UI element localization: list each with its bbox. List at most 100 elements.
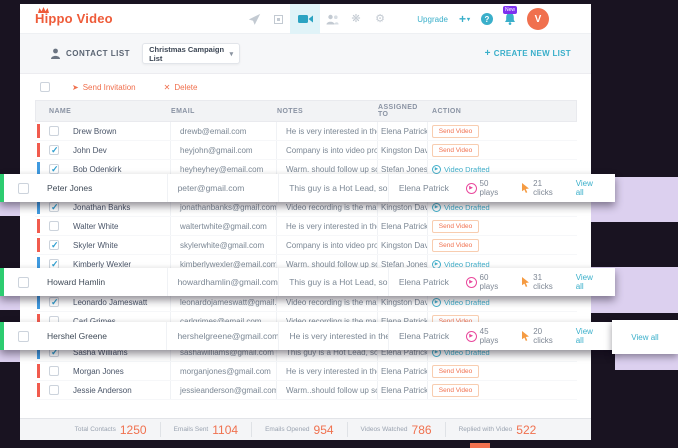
contact-assigned: Elena Patrick [388,322,466,350]
send-video-button[interactable]: Send Video [432,384,479,397]
send-video-button[interactable]: Send Video [432,220,479,233]
col-email: EMAIL [171,108,277,115]
plus-icon: + [459,12,466,26]
highlighted-row-peter-jones[interactable]: Peter Jones peter@gmail.com This guy is … [0,174,615,202]
row-checkbox[interactable] [49,202,59,212]
status-indicator [37,143,40,157]
table-row[interactable]: Skyler White skylerwhite@gmail.com Compa… [35,236,577,255]
contact-notes: Company is into video produ... [276,141,377,159]
highlighted-row-howard-hamlin[interactable]: Howard Hamlin howardhamlin@gmail.com Thi… [0,268,615,296]
delete-button[interactable]: ✕ Delete [164,83,198,92]
row-checkbox[interactable] [18,183,29,194]
send-invitation-button[interactable]: ➤ Send Invitation [72,83,136,92]
row-checkbox[interactable] [49,126,59,136]
view-all-floating-card[interactable]: View all [612,320,678,354]
logo-text: Hippo Video [35,11,113,26]
status-indicator [37,219,40,233]
footer-stats-bar: Total Contacts1250 Emails Sent1104 Email… [20,418,591,440]
status-indicator [37,238,40,252]
contact-email: howardhamlin@gmail.com [167,268,279,296]
upgrade-link[interactable]: Upgrade [417,15,448,24]
status-indicator [37,124,40,138]
nav-campaigns[interactable] [242,4,266,34]
nav-integrations[interactable]: ❋ [344,4,368,34]
main-nav: ❋ ⚙ [242,4,392,34]
nav-contacts[interactable] [320,4,344,34]
view-all-link[interactable]: View all [576,327,603,345]
clicks-metric: 31 clicks [521,273,564,291]
select-all-checkbox[interactable] [40,82,50,92]
table-row[interactable]: Walter White waltertwhite@gmail.com He i… [35,217,577,236]
contact-name: Hershel Greene [47,331,166,341]
clicks-metric: 20 clicks [521,327,563,345]
send-video-button[interactable]: Send Video [432,125,479,138]
table-row[interactable]: John Dev heyjohn@gmail.com Company is in… [35,141,577,160]
contact-email: waltertwhite@gmail.com [170,217,276,235]
contact-name: Leonardo Jameswatt [73,298,170,307]
stat-emails-sent: Emails Sent1104 [161,422,253,437]
contact-notes: He is very interested in the prod... [276,122,377,140]
chevron-down-icon: ▾ [467,16,470,23]
row-checkbox[interactable] [49,366,59,376]
table-row[interactable]: Jessie Anderson jessieanderson@gmail.com… [35,381,577,400]
table-row[interactable]: Drew Brown drewb@email.com He is very in… [35,122,577,141]
col-assigned: ASSIGNED TO [378,104,428,118]
contact-email: heyjohn@gmail.com [170,141,276,159]
row-checkbox[interactable] [49,385,59,395]
highlighted-row-hershel-greene[interactable]: Hershel Greene hershelgreene@gmail.com H… [0,322,615,350]
hippo-video-logo[interactable]: Hippo Video [35,11,113,26]
contact-assigned: Elena Patrick [377,122,427,140]
create-new-list-button[interactable]: + CREATE NEW LIST [485,48,571,59]
col-notes: NOTES [277,108,378,115]
contact-notes: He is very interested in the prod... [276,217,377,235]
bell-icon [504,12,516,26]
clicks-metric: 21 clicks [521,179,564,197]
quick-add-button[interactable]: + ▾ [459,12,470,26]
nav-settings[interactable]: ⚙ [368,4,392,34]
contact-name: Peter Jones [47,183,167,193]
contact-notes: He is very interested in the prod... [278,322,388,350]
send-video-button[interactable]: Send Video [432,144,479,157]
table-header: NAME EMAIL NOTES ASSIGNED TO ACTION [35,100,577,122]
contact-name: Jonathan Banks [73,203,170,212]
view-all-link[interactable]: View all [576,179,603,197]
user-avatar[interactable]: V [527,8,549,30]
contact-notes: This guy is a Hot Lead, so... [278,174,388,202]
row-checkbox[interactable] [49,221,59,231]
play-icon: ▶ [432,203,441,212]
send-video-button[interactable]: Send Video [432,239,479,252]
row-checkbox[interactable] [49,145,59,155]
row-checkbox[interactable] [49,164,59,174]
bulk-actions-toolbar: ➤ Send Invitation ✕ Delete [20,74,591,100]
row-checkbox[interactable] [49,240,59,250]
contact-name: Bob Odenkirk [73,165,170,174]
paper-plane-icon [248,13,261,26]
col-action: ACTION [428,108,576,115]
nav-videos-active[interactable] [290,4,320,34]
top-header: Hippo Video ❋ ⚙ [20,4,591,34]
notifications-bell[interactable]: New [504,12,516,31]
video-drafted-status: ▶ Video Drafted [432,165,490,174]
send-video-button[interactable]: Send Video [432,365,479,378]
contact-assigned: Elena Patrick [377,381,427,399]
row-checkbox[interactable] [49,297,59,307]
campaign-list-dropdown[interactable]: Christmas Campaign List ▾ [142,43,240,64]
plays-metric: ▶45 plays [466,327,510,345]
contact-list-label: CONTACT LIST [50,48,130,59]
play-icon: ▶ [432,298,441,307]
play-icon: ▶ [466,183,477,194]
video-camera-icon [298,13,313,25]
engagement-metrics: ▶60 plays 31 clicks View all [466,273,603,291]
nav-recordings[interactable] [266,4,290,34]
row-checkbox[interactable] [18,331,29,342]
contacts-table: NAME EMAIL NOTES ASSIGNED TO ACTION Drew… [35,100,577,400]
plus-icon: + [485,48,491,59]
help-button[interactable]: ? [481,13,493,25]
engagement-metrics: ▶50 plays 21 clicks View all [466,179,603,197]
view-all-link[interactable]: View all [631,333,658,342]
view-all-link[interactable]: View all [576,273,603,291]
table-row[interactable]: Morgan Jones morganjones@gmail.com He is… [35,362,577,381]
plays-metric: ▶60 plays [466,273,510,291]
stat-replied-with-video: Replied with Video522 [446,422,550,437]
row-checkbox[interactable] [18,277,29,288]
